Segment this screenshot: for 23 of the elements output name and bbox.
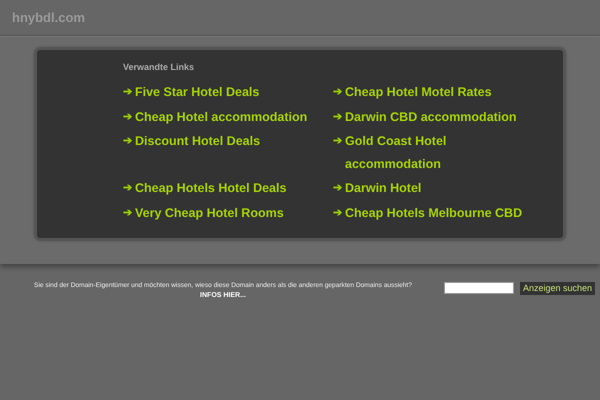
section-heading: Verwandte Links (123, 62, 196, 72)
search-field[interactable] (444, 282, 514, 294)
related-link[interactable]: Cheap Hotels Melbourne CBD (345, 202, 535, 224)
arrow-icon: ➔ (123, 130, 132, 152)
arrow-icon: ➔ (333, 177, 342, 200)
related-link[interactable]: Cheap Hotel Motel Rates (345, 81, 535, 104)
arrow-icon: ➔ (333, 106, 342, 128)
related-link[interactable]: Discount Hotel Deals (135, 130, 325, 152)
arrow-icon: ➔ (123, 81, 132, 104)
arrow-icon: ➔ (123, 106, 132, 128)
related-link[interactable]: Darwin CBD accommodation (345, 106, 535, 128)
arrow-icon: ➔ (333, 130, 342, 152)
arrow-icon: ➔ (123, 202, 132, 224)
related-link[interactable]: Cheap Hotels Hotel Deals (135, 177, 325, 200)
arrow-icon: ➔ (123, 177, 132, 200)
related-link[interactable]: Gold Coast Hotel accommodation (345, 130, 535, 175)
related-link[interactable]: Five Star Hotel Deals (135, 81, 325, 104)
arrow-icon: ➔ (333, 202, 342, 224)
related-link[interactable]: Darwin Hotel (345, 177, 535, 200)
related-link[interactable]: Very Cheap Hotel Rooms (135, 202, 325, 224)
arrow-icon: ➔ (333, 81, 342, 104)
search-button[interactable]: Anzeigen suchen (520, 282, 596, 295)
related-link[interactable]: Cheap Hotel accommodation (135, 106, 325, 128)
